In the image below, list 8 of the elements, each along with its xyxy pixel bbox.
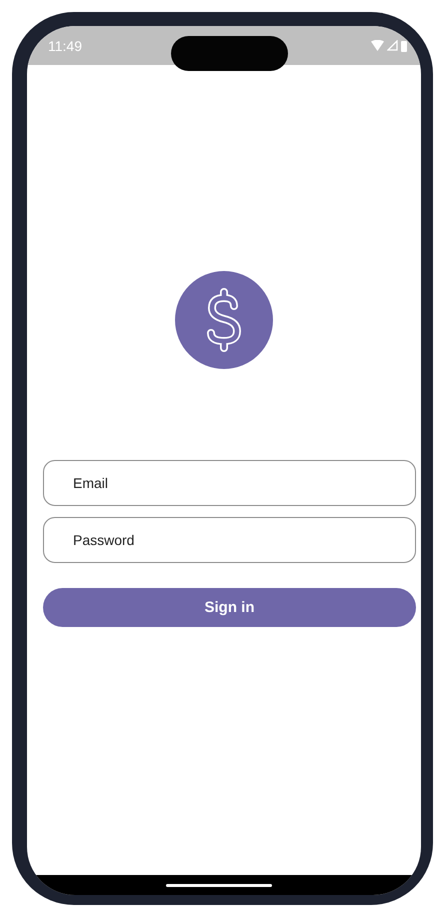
signal-icon	[387, 40, 398, 51]
home-indicator[interactable]	[166, 884, 272, 886]
password-field[interactable]: Password	[43, 517, 416, 563]
battery-icon	[401, 40, 407, 52]
email-field[interactable]: Email	[43, 460, 416, 506]
sign-in-button[interactable]: Sign in	[43, 588, 416, 627]
wifi-icon	[371, 40, 384, 51]
status-time: 11:49	[48, 38, 82, 54]
